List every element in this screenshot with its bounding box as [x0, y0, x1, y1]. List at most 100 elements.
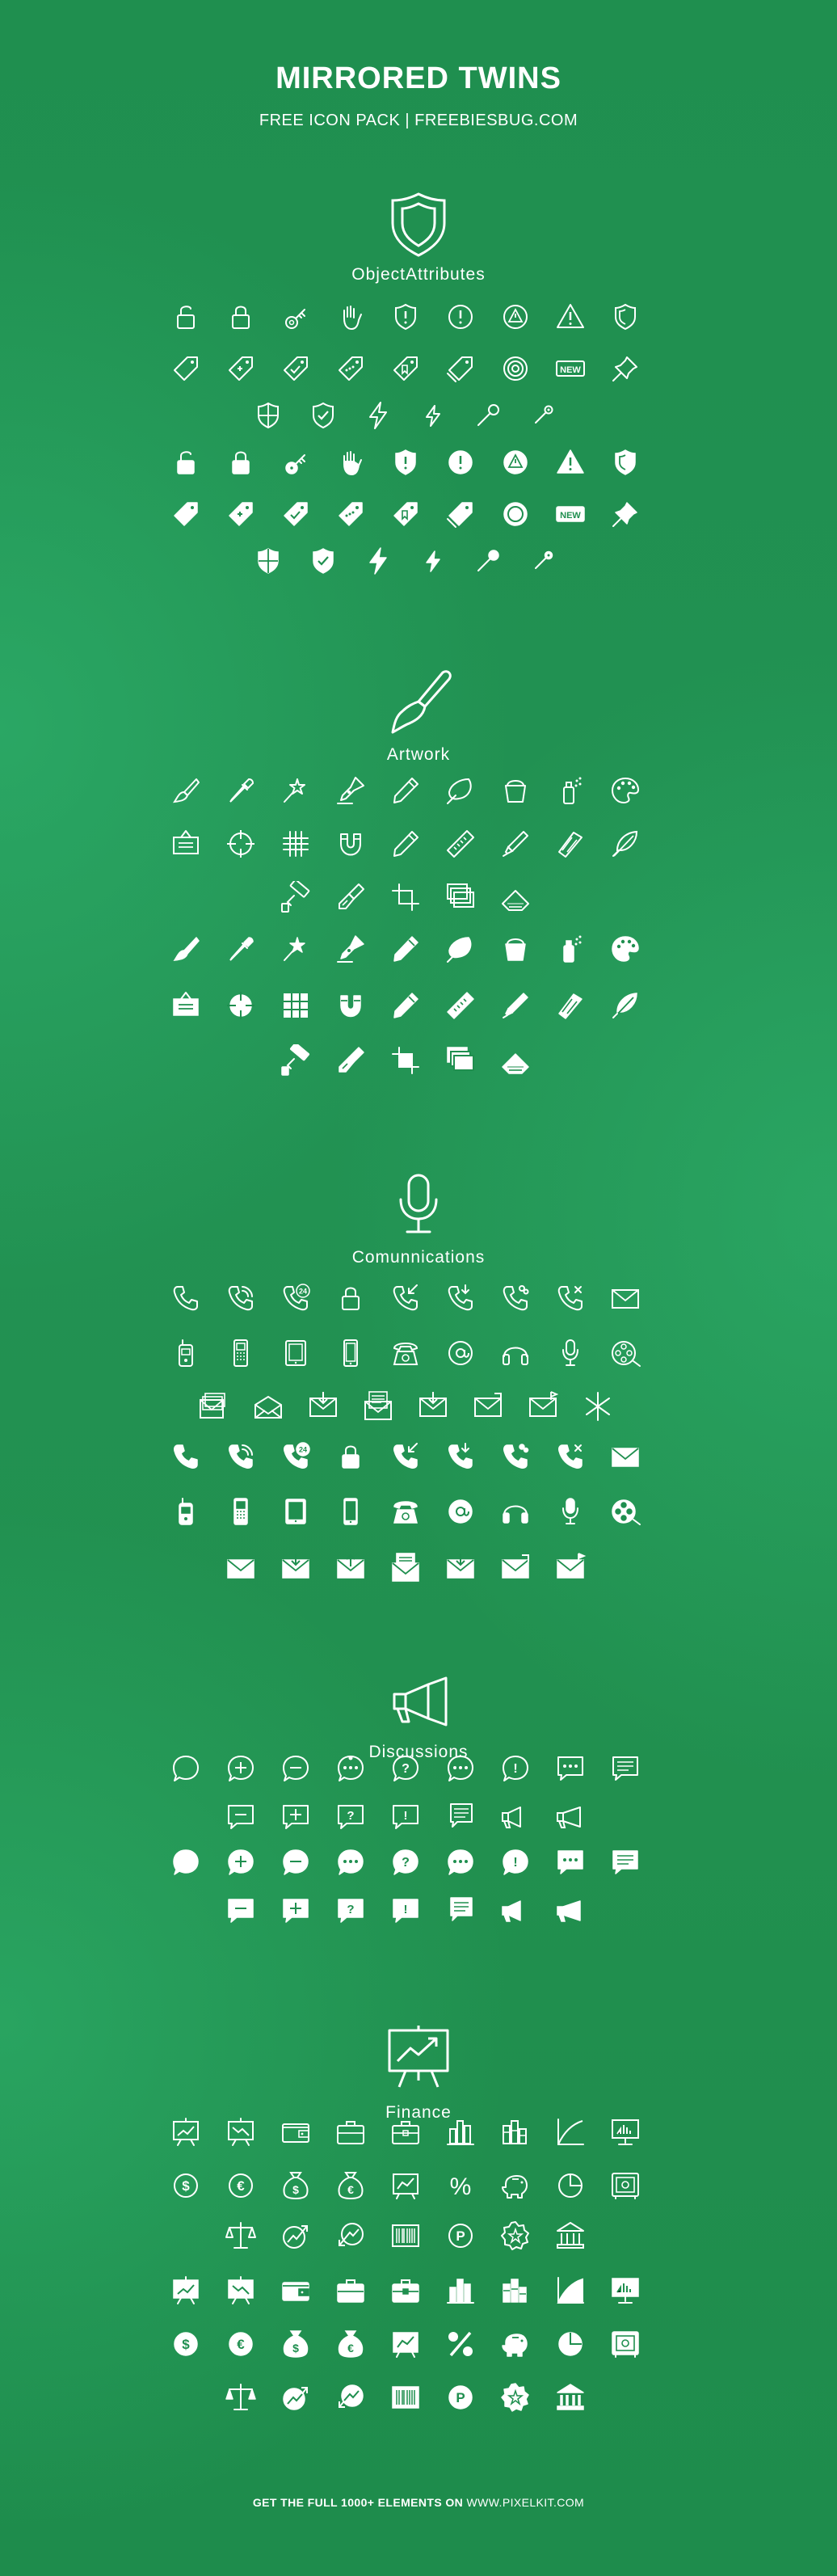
mail-open-icon [252, 1390, 284, 1423]
briefcase-icon [334, 2275, 367, 2307]
hand-icon [334, 301, 367, 333]
growth-board-icon [389, 2169, 422, 2202]
trend-down-icon [334, 2220, 367, 2252]
tag-plus-icon [225, 498, 257, 530]
phone-group-icon [499, 1440, 532, 1473]
circle-alert-icon [444, 301, 477, 333]
svg-text:€: € [347, 2342, 354, 2355]
at-sign-icon [444, 1495, 477, 1528]
square-bubble-text-icon [444, 1801, 477, 1833]
trend-down-icon [334, 2381, 367, 2414]
mail-letter-icon [389, 1552, 422, 1584]
svg-text:24: 24 [299, 1446, 307, 1454]
set-square-icon [499, 1044, 532, 1077]
section-title: Artwork [386, 745, 451, 764]
phone-outgoing-icon [444, 1440, 477, 1473]
bubble-plus-icon [225, 1752, 257, 1785]
megaphone-icon [554, 1801, 587, 1833]
megaphone-icon [378, 1668, 459, 1736]
svg-text:P: P [456, 2390, 465, 2405]
bubble-ellipsis-icon [444, 1846, 477, 1878]
bolt-icon [362, 545, 394, 577]
speech-bubble-icon [170, 1846, 202, 1878]
tablet-icon [280, 1337, 312, 1369]
pipette-icon [225, 774, 257, 807]
phone-missed-icon [554, 1440, 587, 1473]
svg-text:$: $ [182, 2337, 190, 2352]
footer-link[interactable]: WWW.PIXELKIT.COM [466, 2496, 584, 2509]
headphones-icon [499, 1337, 532, 1369]
cellphone-icon [225, 1495, 257, 1528]
section-title: ObjectAttributes [351, 265, 486, 284]
bar-chart-alt-icon [499, 2116, 532, 2148]
suitcase-icon [389, 2275, 422, 2307]
wide-brush-icon [334, 881, 367, 913]
shield-check-icon [307, 545, 339, 577]
bolt-small-icon [417, 545, 449, 577]
shield-half-icon [252, 545, 284, 577]
trend-up-icon [280, 2220, 312, 2252]
svg-text:€: € [237, 2178, 245, 2194]
square-bubble-minus-icon [225, 1801, 257, 1833]
unlock-icon [170, 446, 202, 479]
smartphone-icon [334, 1495, 367, 1528]
svg-text:NEW: NEW [560, 365, 581, 375]
svg-text:?: ? [402, 1856, 410, 1870]
layers-icon [444, 1044, 477, 1077]
mail-upload-icon [334, 1552, 367, 1584]
presentation-chart-icon [378, 2022, 459, 2090]
bubble-dots-icon [334, 1846, 367, 1878]
svg-text:?: ? [402, 1762, 410, 1776]
circle-alert-icon [444, 446, 477, 479]
svg-text:NEW: NEW [560, 511, 581, 521]
section-title: Comunnications [351, 1248, 486, 1267]
pencil-icon [389, 933, 422, 965]
pen-nib-icon [334, 774, 367, 807]
marker-icon [499, 989, 532, 1022]
growth-board-icon [389, 2328, 422, 2360]
scales-icon [225, 2220, 257, 2252]
svg-text:?: ? [347, 1903, 354, 1916]
megaphone-small-icon [499, 1801, 532, 1833]
phone-group-icon [499, 1282, 532, 1314]
target-icon [499, 352, 532, 385]
layers-icon [444, 881, 477, 913]
phone-incoming-icon [389, 1440, 422, 1473]
shield-icon [609, 301, 641, 333]
bubble-minus-icon [280, 1846, 312, 1878]
barcode-icon [389, 2220, 422, 2252]
tag-double-icon [444, 352, 477, 385]
shield-half-icon [252, 399, 284, 432]
presentation-up-icon [170, 2116, 202, 2148]
pencil-alt-icon [389, 828, 422, 860]
dollar-coin-icon: $ [170, 2169, 202, 2202]
bolt-small-icon [417, 399, 449, 432]
target-icon [499, 498, 532, 530]
marker-icon [499, 828, 532, 860]
barcode-icon [389, 2381, 422, 2414]
mail-stack-icon [197, 1390, 229, 1423]
easel-icon [170, 989, 202, 1022]
shield-icon [378, 191, 459, 259]
bank-icon [554, 2381, 587, 2414]
tag-icon [170, 498, 202, 530]
svg-text:$: $ [292, 2342, 299, 2355]
pie-chart-icon [554, 2169, 587, 2202]
safe-icon [609, 2169, 641, 2202]
bank-icon [554, 2220, 587, 2252]
spray-icon [554, 933, 587, 965]
percent-icon [444, 2328, 477, 2360]
mail-flag-icon [554, 1552, 587, 1584]
phone-incoming-icon [389, 1282, 422, 1314]
crop-icon [389, 881, 422, 913]
scales-icon [225, 2381, 257, 2414]
presentation-up-icon [170, 2275, 202, 2307]
square-bubble-minus-icon [225, 1895, 257, 1927]
bubble-minus-icon [280, 1752, 312, 1785]
wide-brush-icon [334, 1044, 367, 1077]
paintbrush-icon [378, 668, 459, 736]
monitor-chart-icon [609, 2116, 641, 2148]
crop-icon [389, 1044, 422, 1077]
leaf-brush-icon [444, 933, 477, 965]
phone-icon [170, 1440, 202, 1473]
